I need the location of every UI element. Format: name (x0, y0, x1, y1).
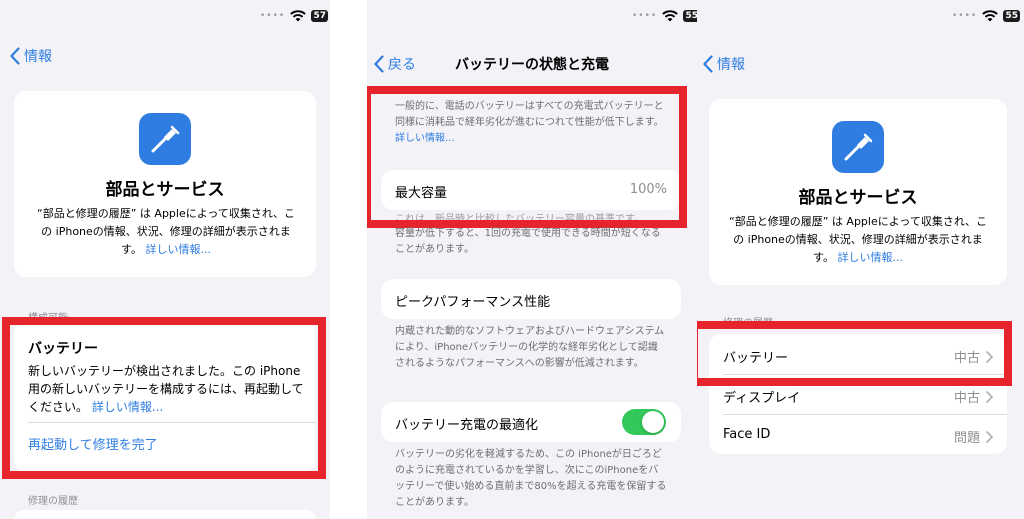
row-value: 問題 (954, 427, 993, 446)
capacity-note: 容量が低下すると、1回の充電で使用できる時間が短くなることがあります。 (395, 228, 661, 255)
parts-service-card: 部品とサービス “部品と修理の履歴” は Appleによって収集され、この iP… (14, 91, 316, 277)
optimize-charging-toggle[interactable] (622, 409, 666, 435)
status-bar: •••• 57 (260, 10, 329, 22)
divider (723, 414, 1007, 415)
battery-learn-more-link[interactable]: 詳しい情報... (92, 400, 163, 414)
restart-button[interactable]: 再起動して修理を完了 (28, 434, 158, 453)
row-value: 中古 (954, 347, 993, 366)
wifi-icon (290, 10, 307, 22)
back-label: 情報 (24, 49, 52, 65)
chevron-right-icon (986, 390, 993, 403)
divider (28, 422, 316, 423)
signal-dots-icon: •••• (952, 11, 978, 21)
wifi-icon (982, 10, 999, 22)
peak-performance-row[interactable]: ピークパフォーマンス性能 (381, 279, 681, 319)
battery-message: 新しいバッテリーが検出されました。この iPhone用の新しいバッテリーを構成す… (28, 362, 306, 416)
screwdriver-icon (844, 133, 873, 161)
panel-parts-service-configurable: •••• 57 情報 部品とサービス “部品と修理の履歴” は Appleによっ… (0, 0, 330, 519)
optimize-charging-row: バッテリー充電の最適化 (381, 402, 681, 442)
card-description: “部品と修理の履歴” は Appleによって収集され、この iPhoneの情報、… (725, 213, 991, 267)
row-value-text: 中古 (953, 351, 980, 366)
battery-card: バッテリー 新しいバッテリーが検出されました。この iPhone用の新しいバッテ… (14, 322, 316, 472)
card-title: 部品とサービス (105, 180, 225, 200)
row-label: Face ID (723, 427, 771, 442)
history-card-partial (14, 510, 316, 519)
status-bar: •••• 55 (952, 10, 1021, 22)
toggle-knob (642, 411, 664, 433)
intro-text: 一般的に、電話のバッテリーはすべての充電式バッテリーと同様に消耗品で経年劣化が進… (395, 99, 667, 147)
chevron-left-icon (374, 55, 384, 73)
max-capacity-value: 100% (629, 182, 667, 197)
chevron-left-icon (703, 55, 713, 73)
nav-title: バッテリーの状態と充電 (455, 57, 609, 73)
row-value: 中古 (954, 387, 993, 406)
battery-message-text: 新しいバッテリーが検出されました。この iPhone用の新しいバッテリーを構成す… (28, 364, 304, 414)
signal-dots-icon: •••• (632, 11, 658, 21)
back-button[interactable]: 情報 (703, 54, 745, 74)
capacity-note-hidden: これは、新品時と比較したバッテリー容量の基準です。 (395, 214, 644, 225)
chevron-right-icon (986, 350, 993, 363)
row-value-text: 中古 (953, 391, 980, 406)
optimize-note: バッテリーの劣化を軽減するため、この iPhoneが日ごろどのように充電されてい… (395, 449, 667, 508)
intro-learn-more-link[interactable]: 詳しい情報... (395, 133, 455, 144)
row-value-text: 問題 (953, 431, 980, 446)
max-capacity-row: 最大容量 100% (381, 170, 681, 210)
parts-service-tile (139, 113, 191, 165)
max-capacity-label: 最大容量 (395, 186, 448, 201)
chevron-right-icon (986, 430, 993, 443)
status-bar: •••• 55 (632, 10, 697, 22)
signal-dots-icon: •••• (260, 11, 286, 21)
card-description: “部品と修理の履歴” は Appleによって収集され、この iPhoneの情報、… (32, 205, 300, 259)
card-title: 部品とサービス (798, 188, 918, 208)
section-history: 修理の履歴 (723, 318, 773, 329)
battery-card-title: バッテリー (28, 341, 98, 357)
parts-service-card: 部品とサービス “部品と修理の履歴” は Appleによって収集され、この iP… (709, 99, 1007, 285)
battery-icon: 57 (311, 10, 329, 22)
back-button[interactable]: 情報 (10, 46, 52, 66)
peak-performance-label: ピークパフォーマンス性能 (395, 295, 551, 310)
row-label: バッテリー (723, 351, 789, 366)
panel-repair-history: •••• 55 情報 部品とサービス “部品と修理の履歴” は Appleによっ… (697, 0, 1024, 519)
peak-note: 内蔵された動的なソフトウェアおよびハードウェアシステムにより、iPhoneバッテ… (395, 326, 665, 369)
section-history: 修理の履歴 (28, 496, 78, 507)
repair-history-list: バッテリー 中古 ディスプレイ 中古 Face ID 問題 (709, 334, 1007, 454)
parts-service-tile (832, 121, 884, 173)
battery-icon: 55 (683, 10, 697, 22)
divider (723, 374, 1007, 375)
card-learn-more-link[interactable]: 詳しい情報... (837, 251, 903, 264)
card-learn-more-link[interactable]: 詳しい情報... (145, 243, 211, 256)
panel-battery-health: •••• 55 戻る バッテリーの状態と充電 一般的に、電話のバッテリーはすべて… (367, 0, 697, 519)
back-label: 情報 (717, 57, 745, 73)
back-button[interactable]: 戻る (374, 54, 416, 74)
battery-icon: 55 (1003, 10, 1021, 22)
optimize-charging-label: バッテリー充電の最適化 (395, 418, 539, 433)
screwdriver-icon (151, 125, 180, 153)
wifi-icon (662, 10, 679, 22)
chevron-left-icon (10, 47, 20, 65)
intro-text-body: 一般的に、電話のバッテリーはすべての充電式バッテリーと同様に消耗品で経年劣化が進… (395, 101, 664, 128)
row-label: ディスプレイ (723, 391, 801, 406)
back-label: 戻る (388, 57, 416, 73)
